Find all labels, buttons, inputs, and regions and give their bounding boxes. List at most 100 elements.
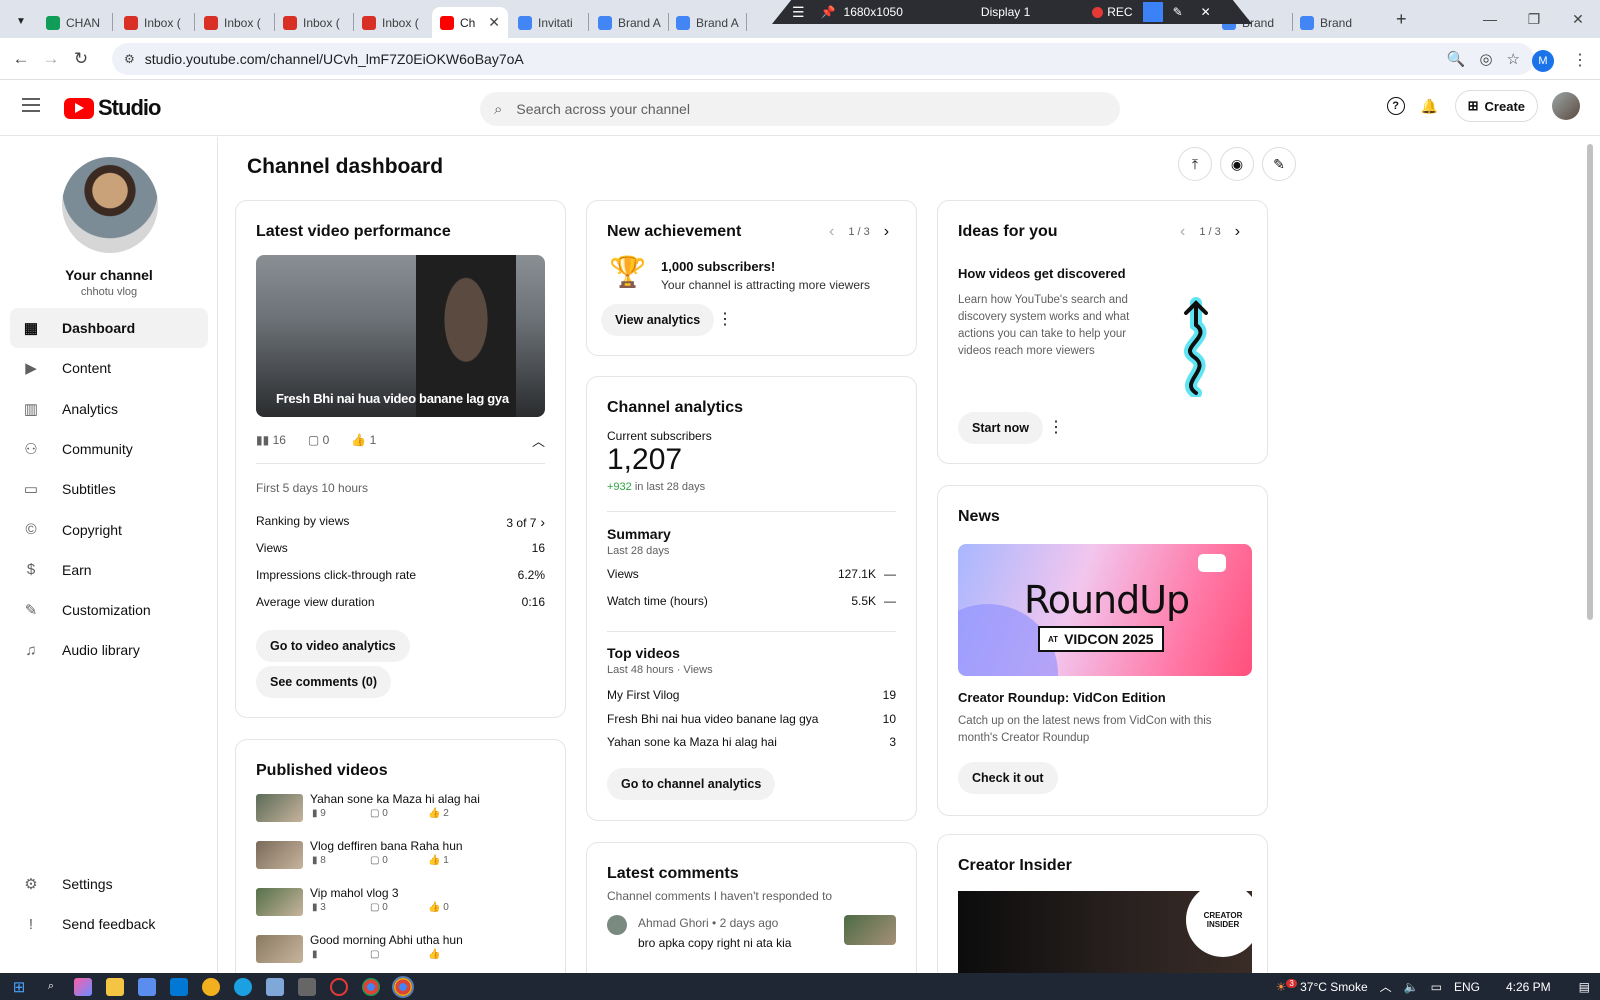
overlay-close-icon[interactable]: ✕ [1201, 5, 1211, 19]
channel-avatar[interactable] [62, 157, 158, 253]
comment-author[interactable]: Ahmad Ghori [638, 916, 709, 930]
sidebar-item-settings[interactable]: ⚙ Settings [10, 864, 208, 904]
copilot-icon[interactable] [74, 977, 92, 996]
browser-tab[interactable]: Invitati [510, 7, 588, 38]
news-headline[interactable]: Creator Roundup: VidCon Edition [958, 690, 1166, 705]
file-explorer-icon[interactable] [106, 977, 124, 996]
tab-close-icon[interactable]: ✕ [488, 14, 500, 31]
browser-tab[interactable]: Inbox ( [354, 7, 432, 38]
video-thumbnail[interactable] [256, 794, 303, 822]
video-title[interactable]: Good morning Abhi utha hun [310, 933, 463, 947]
search-icon[interactable]: ⌕ [494, 101, 502, 118]
browser-tab[interactable]: Inbox ( [275, 7, 353, 38]
photos-icon[interactable] [266, 977, 284, 996]
video-thumbnail[interactable] [256, 935, 303, 963]
menu-icon[interactable]: ☰ [792, 4, 805, 21]
store-icon[interactable] [138, 977, 156, 996]
screen-icon[interactable] [1142, 2, 1163, 22]
notifications-icon[interactable]: ▤ [1579, 980, 1590, 994]
sidebar-item-subtitles[interactable]: ▭ Subtitles [10, 469, 208, 509]
tab-search-icon[interactable]: ▼ [10, 10, 32, 32]
published-video-item[interactable]: Vip mahol vlog 3 ▮ 3 ▢ 0 👍 0 [256, 886, 546, 926]
rec-label[interactable]: REC [1107, 5, 1132, 19]
network-icon[interactable]: ▭ [1431, 980, 1442, 994]
eye-off-icon[interactable]: ◎ [1479, 50, 1492, 68]
url-field[interactable]: ⚙ studio.youtube.com/channel/UCvh_lmF7Z0… [112, 43, 1534, 75]
reload-icon[interactable]: ↻ [66, 44, 96, 74]
create-button[interactable]: ⊞ Create [1454, 90, 1538, 122]
sidebar-item-copyright[interactable]: © Copyright [10, 510, 208, 550]
more-options-icon[interactable]: ⋮ [717, 309, 733, 329]
tray-chevron-up-icon[interactable]: ︿ [1380, 978, 1392, 995]
channel-search[interactable]: ⌕ [480, 92, 1120, 126]
browser-tab[interactable]: Ch ✕ [432, 7, 508, 38]
notifications-bell-icon[interactable]: 🔔 [1419, 95, 1441, 117]
next-chevron-icon[interactable]: › [1235, 223, 1240, 241]
collapse-chevron-up-icon[interactable]: ︿ [532, 431, 545, 450]
top-video-row[interactable]: Fresh Bhi nai hua video banane lag gya 10 [607, 712, 896, 726]
edge-icon[interactable] [234, 977, 252, 996]
video-thumbnail[interactable] [256, 841, 303, 869]
zoom-icon[interactable]: 🔍 [1447, 50, 1466, 68]
new-tab-button[interactable]: + [1396, 9, 1407, 30]
video-title[interactable]: Vip mahol vlog 3 [310, 886, 399, 900]
studio-logo[interactable]: Studio [64, 95, 161, 121]
sidebar-item-analytics[interactable]: ▥ Analytics [10, 389, 208, 429]
sidebar-item-content[interactable]: ▶ Content [10, 348, 208, 388]
language-indicator[interactable]: ENG [1454, 980, 1480, 994]
pin-icon[interactable]: 📌 [821, 5, 836, 19]
browser-menu-icon[interactable]: ⋮ [1572, 50, 1588, 70]
video-title[interactable]: Vlog deffiren bana Raha hun [310, 839, 463, 853]
browser-profile-avatar[interactable]: M [1532, 50, 1554, 72]
sidebar-item-community[interactable]: ⚇ Community [10, 429, 208, 469]
weather-widget[interactable]: ☀ 3 37°C Smoke [1276, 979, 1368, 994]
start-now-button[interactable]: Start now [958, 412, 1043, 444]
top-video-row[interactable]: Yahan sone ka Maza hi alag hai 3 [607, 735, 896, 749]
sidebar-item-audio-library[interactable]: ♫ Audio library [10, 630, 208, 670]
taskbar-search-icon[interactable]: ⌕ [42, 978, 60, 996]
more-options-icon[interactable]: ⋮ [1048, 417, 1064, 437]
chrome-active-icon[interactable] [392, 975, 414, 998]
browser-tab[interactable]: Inbox ( [116, 7, 194, 38]
check-it-out-button[interactable]: Check it out [958, 762, 1058, 794]
forward-icon[interactable]: → [36, 44, 66, 74]
go-live-icon[interactable]: ◉ [1220, 147, 1254, 181]
upload-icon[interactable]: ⤒ [1178, 147, 1212, 181]
clock[interactable]: 4:26 PM [1506, 980, 1551, 994]
go-to-channel-analytics-button[interactable]: Go to channel analytics [607, 768, 776, 800]
published-video-item[interactable]: Good morning Abhi utha hun ▮ ▢ 👍 [256, 933, 546, 973]
commenter-avatar[interactable] [607, 915, 627, 935]
news-banner[interactable]: RoundUp AT VIDCON 2025 [958, 544, 1252, 676]
chevron-right-icon[interactable]: › [536, 514, 545, 530]
windows-start-icon[interactable]: ⊞ [10, 978, 28, 996]
sidebar-item-dashboard[interactable]: ▦ Dashboard [10, 308, 208, 348]
video-thumbnail[interactable]: Fresh Bhi nai hua video banane lag gya [256, 255, 545, 417]
video-stat-row[interactable]: Ranking by views 3 of 7 › [256, 514, 545, 530]
bookmark-star-icon[interactable]: ☆ [1507, 50, 1520, 68]
help-icon[interactable]: ? [1386, 97, 1405, 115]
volume-icon[interactable]: 🔈 [1404, 980, 1419, 994]
top-video-row[interactable]: My First Vilog 19 [607, 688, 896, 702]
prev-chevron-icon[interactable]: ‹ [1180, 223, 1185, 241]
video-thumbnail[interactable] [256, 888, 303, 916]
hamburger-menu-icon[interactable] [22, 98, 40, 112]
go-to-video-analytics-button[interactable]: Go to video analytics [256, 630, 410, 662]
site-info-icon[interactable]: ⚙ [124, 52, 135, 66]
see-comments-button[interactable]: See comments (0) [256, 666, 391, 698]
view-analytics-button[interactable]: View analytics [601, 304, 715, 336]
channel-title[interactable]: Your channel [0, 267, 218, 283]
sidebar-item-earn[interactable]: $ Earn [10, 550, 208, 590]
window-close-icon[interactable]: ✕ [1556, 0, 1600, 38]
published-video-item[interactable]: Yahan sone ka Maza hi alag hai ▮ 9 ▢ 0 👍 2 [256, 792, 546, 832]
prev-chevron-icon[interactable]: ‹ [829, 223, 834, 241]
pen-icon[interactable]: ✎ [1173, 5, 1183, 19]
comment-video-thumbnail[interactable] [844, 915, 896, 945]
back-icon[interactable]: ← [6, 44, 36, 74]
page-scrollbar[interactable] [1587, 144, 1593, 620]
browser-tab[interactable]: Inbox ( [196, 7, 274, 38]
chrome-yellow-icon[interactable] [202, 977, 220, 996]
restore-icon[interactable]: ❐ [1512, 0, 1556, 38]
outlook-icon[interactable] [170, 977, 188, 996]
browser-tab[interactable]: Brand A [590, 7, 668, 38]
search-input[interactable] [516, 101, 1077, 117]
